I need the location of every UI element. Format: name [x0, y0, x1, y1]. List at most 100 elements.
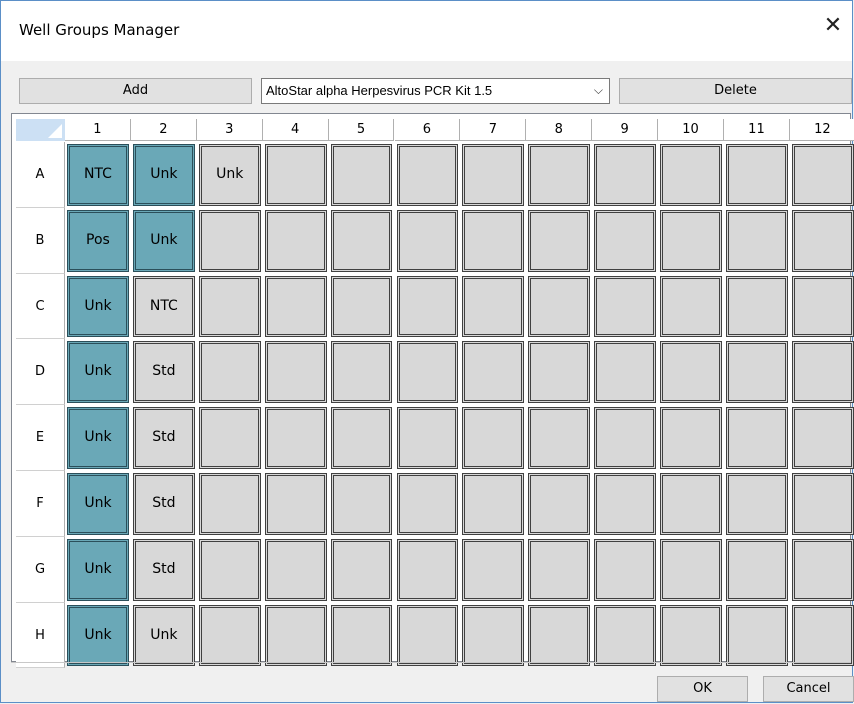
well[interactable]: [791, 538, 854, 601]
well[interactable]: Unk: [67, 538, 129, 601]
well[interactable]: [462, 604, 525, 667]
well[interactable]: [660, 407, 722, 469]
well[interactable]: [726, 604, 788, 667]
well[interactable]: [594, 209, 657, 272]
well[interactable]: Unk: [67, 473, 129, 535]
well[interactable]: [594, 341, 657, 404]
column-header[interactable]: 6: [394, 119, 461, 141]
row-header[interactable]: A: [16, 142, 65, 208]
well[interactable]: [264, 473, 327, 535]
well[interactable]: [528, 209, 591, 272]
well[interactable]: [330, 407, 393, 469]
column-header[interactable]: 4: [262, 119, 329, 141]
well[interactable]: [198, 341, 261, 404]
well[interactable]: [528, 275, 591, 338]
well[interactable]: [594, 275, 657, 338]
column-header[interactable]: 9: [592, 119, 659, 141]
well[interactable]: [726, 209, 788, 272]
column-header[interactable]: 3: [196, 119, 263, 141]
well[interactable]: [396, 407, 459, 469]
well[interactable]: [396, 604, 459, 667]
row-header[interactable]: B: [16, 207, 65, 274]
row-header[interactable]: G: [16, 536, 65, 603]
well[interactable]: [396, 538, 459, 601]
well[interactable]: [791, 604, 854, 667]
well[interactable]: [791, 473, 854, 535]
delete-button[interactable]: Delete: [619, 78, 852, 104]
well[interactable]: [396, 144, 459, 206]
well[interactable]: [462, 538, 525, 601]
well[interactable]: [462, 209, 525, 272]
well[interactable]: Unk: [132, 604, 195, 667]
well[interactable]: [330, 473, 393, 535]
well[interactable]: [528, 407, 591, 469]
well[interactable]: [330, 538, 393, 601]
well[interactable]: [528, 341, 591, 404]
well[interactable]: [462, 275, 525, 338]
well[interactable]: [198, 473, 261, 535]
ok-button[interactable]: OK: [657, 676, 748, 702]
column-header[interactable]: 10: [658, 119, 724, 141]
well[interactable]: [791, 144, 854, 206]
well[interactable]: Unk: [67, 341, 129, 404]
well[interactable]: [264, 538, 327, 601]
well[interactable]: [396, 209, 459, 272]
column-header[interactable]: 7: [460, 119, 527, 141]
well[interactable]: [660, 275, 722, 338]
well[interactable]: [198, 604, 261, 667]
well[interactable]: [528, 473, 591, 535]
well[interactable]: [660, 604, 722, 667]
well[interactable]: [396, 275, 459, 338]
well[interactable]: [462, 341, 525, 404]
well[interactable]: [264, 275, 327, 338]
well[interactable]: Unk: [67, 604, 129, 667]
well[interactable]: [791, 209, 854, 272]
well[interactable]: [264, 144, 327, 206]
well[interactable]: [791, 407, 854, 469]
well[interactable]: [330, 209, 393, 272]
row-header[interactable]: H: [16, 602, 65, 669]
well[interactable]: [660, 538, 722, 601]
well[interactable]: [594, 604, 657, 667]
well[interactable]: [462, 473, 525, 535]
well[interactable]: [198, 407, 261, 469]
well[interactable]: Std: [132, 538, 195, 601]
well[interactable]: [594, 473, 657, 535]
well[interactable]: NTC: [132, 275, 195, 338]
well[interactable]: [660, 209, 722, 272]
row-header[interactable]: F: [16, 471, 65, 537]
well[interactable]: [726, 538, 788, 601]
well[interactable]: [264, 209, 327, 272]
well[interactable]: [198, 538, 261, 601]
column-header[interactable]: 12: [789, 119, 854, 141]
well[interactable]: Unk: [67, 275, 129, 338]
well[interactable]: [726, 473, 788, 535]
well[interactable]: [791, 275, 854, 338]
select-all-corner[interactable]: [16, 119, 66, 141]
well[interactable]: NTC: [67, 144, 129, 206]
column-header[interactable]: 5: [328, 119, 395, 141]
column-header[interactable]: 8: [526, 119, 593, 141]
well[interactable]: [198, 275, 261, 338]
well[interactable]: Unk: [198, 144, 261, 206]
well[interactable]: [726, 407, 788, 469]
well[interactable]: [726, 341, 788, 404]
well[interactable]: [330, 275, 393, 338]
well[interactable]: [791, 341, 854, 404]
well[interactable]: [396, 341, 459, 404]
well[interactable]: Unk: [132, 209, 195, 272]
well[interactable]: Pos: [67, 209, 129, 272]
well[interactable]: [330, 341, 393, 404]
column-header[interactable]: 2: [130, 119, 197, 141]
well[interactable]: Unk: [67, 407, 129, 469]
well[interactable]: [726, 275, 788, 338]
well[interactable]: Unk: [132, 144, 195, 206]
row-header[interactable]: C: [16, 273, 65, 340]
well[interactable]: Std: [132, 473, 195, 535]
well[interactable]: [264, 604, 327, 667]
well[interactable]: [330, 604, 393, 667]
well[interactable]: [462, 407, 525, 469]
well[interactable]: [594, 144, 657, 206]
well[interactable]: Std: [132, 407, 195, 469]
close-icon[interactable]: ✕: [820, 13, 846, 39]
